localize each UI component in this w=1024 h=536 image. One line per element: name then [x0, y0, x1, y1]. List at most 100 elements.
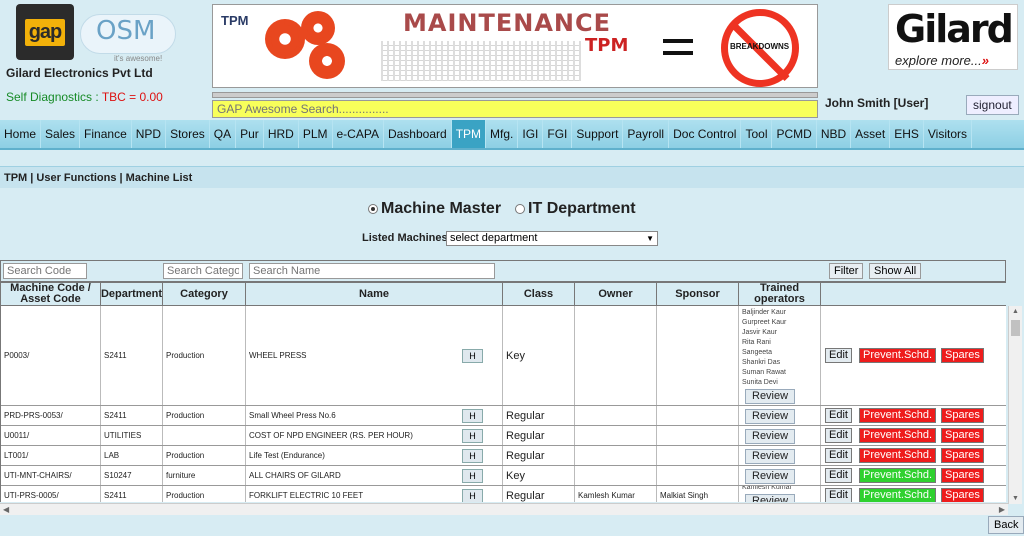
- radio-dot-icon[interactable]: [515, 204, 526, 214]
- history-button[interactable]: H: [462, 409, 483, 423]
- nav-item-pcmd[interactable]: PCMD: [772, 120, 817, 148]
- review-button[interactable]: Review: [745, 388, 796, 404]
- table-row[interactable]: PRD-PRS-0053/S2411 Production Small Wheel …: [1, 406, 1006, 426]
- department-select[interactable]: select department ▼: [446, 231, 658, 246]
- vertical-scrollbar[interactable]: ▲ ▼: [1008, 306, 1022, 504]
- cell-code: UTI-MNT-CHAIRS/: [1, 466, 101, 485]
- cell-owner: [575, 466, 657, 485]
- spares-button[interactable]: Spares: [941, 468, 984, 483]
- prevent-schedule-button[interactable]: Prevent.Schd.: [859, 448, 937, 463]
- radio-dot-selected-icon[interactable]: [368, 204, 378, 214]
- review-button[interactable]: Review: [745, 493, 796, 502]
- review-button[interactable]: Review: [745, 408, 796, 424]
- nav-item-tpm[interactable]: TPM: [451, 120, 487, 148]
- table-row[interactable]: UTI-MNT-CHAIRS/S10247 furniture ALL CHAIRS…: [1, 466, 1006, 486]
- table-row[interactable]: LT001/LAB Production Life Test (Endurance)…: [1, 446, 1006, 466]
- scroll-right-icon[interactable]: ▶: [999, 505, 1005, 514]
- spares-button[interactable]: Spares: [941, 428, 984, 443]
- nav-item-mfg-[interactable]: Mfg.: [486, 120, 519, 148]
- nav-item-payroll[interactable]: Payroll: [623, 120, 670, 148]
- spares-button[interactable]: Spares: [941, 348, 984, 363]
- cell-trained-operators: Kamlesh Kumar Review: [739, 486, 821, 502]
- search-code-input[interactable]: [3, 263, 87, 279]
- spares-button[interactable]: Spares: [941, 488, 984, 502]
- radio-machine-master[interactable]: Machine Master: [368, 200, 501, 218]
- history-button[interactable]: H: [462, 429, 483, 443]
- history-button[interactable]: H: [462, 489, 483, 502]
- nav-item-home[interactable]: Home: [0, 120, 42, 148]
- nav-item-stores[interactable]: Stores: [166, 120, 210, 148]
- horizontal-scrollbar[interactable]: ◀ ▶: [0, 503, 1008, 515]
- nav-item-asset[interactable]: Asset: [851, 120, 891, 148]
- scroll-down-icon[interactable]: ▼: [1012, 495, 1019, 502]
- back-button[interactable]: Back: [988, 516, 1024, 534]
- edit-button[interactable]: Edit: [825, 488, 852, 502]
- cell-class: Regular: [503, 426, 575, 445]
- nav-item-doc-control[interactable]: Doc Control: [669, 120, 742, 148]
- scrollbar-thumb[interactable]: [1011, 320, 1020, 336]
- edit-button[interactable]: Edit: [825, 448, 852, 463]
- gap-osm-logo[interactable]: gap OSM it's awesome!: [14, 4, 176, 64]
- cell-dept: S10247: [101, 466, 163, 485]
- prevent-schedule-button[interactable]: Prevent.Schd.: [859, 428, 937, 443]
- nav-item-plm[interactable]: PLM: [299, 120, 333, 148]
- prevent-schedule-button[interactable]: Prevent.Schd.: [859, 408, 937, 423]
- history-button[interactable]: H: [462, 449, 483, 463]
- gilard-tagline: explore more...»: [895, 53, 989, 68]
- nav-item-ehs[interactable]: EHS: [890, 120, 924, 148]
- cell-class: Regular: [503, 406, 575, 425]
- history-button[interactable]: H: [462, 349, 483, 363]
- nav-item-npd[interactable]: NPD: [132, 120, 167, 148]
- nav-item-dashboard[interactable]: Dashboard: [384, 120, 452, 148]
- prevent-schedule-button[interactable]: Prevent.Schd.: [859, 468, 937, 483]
- edit-button[interactable]: Edit: [825, 348, 852, 363]
- nav-item-visitors[interactable]: Visitors: [924, 120, 972, 148]
- edit-button[interactable]: Edit: [825, 428, 852, 443]
- nav-item-finance[interactable]: Finance: [80, 120, 132, 148]
- cell-owner: Kamlesh Kumar: [575, 486, 657, 502]
- table-row[interactable]: UTI-PRS-0005/S2411 Production FORKLIFT ELE…: [1, 486, 1006, 502]
- nav-item-igi[interactable]: IGI: [518, 120, 544, 148]
- prevent-schedule-button[interactable]: Prevent.Schd.: [859, 348, 937, 363]
- prevent-schedule-button[interactable]: Prevent.Schd.: [859, 488, 937, 502]
- nav-item-tool[interactable]: Tool: [741, 120, 773, 148]
- nav-item-nbd[interactable]: NBD: [817, 120, 852, 148]
- cell-class: Regular: [503, 486, 575, 502]
- tpm-banner: TPM MAINTENANCE TPM BREAKDOWNS: [212, 4, 818, 88]
- review-button[interactable]: Review: [745, 428, 796, 444]
- review-button[interactable]: Review: [745, 448, 796, 464]
- nav-item-pur[interactable]: Pur: [236, 120, 264, 148]
- nav-item-sales[interactable]: Sales: [41, 120, 81, 148]
- scroll-up-icon[interactable]: ▲: [1012, 308, 1019, 315]
- cell-dept: UTILITIES: [101, 426, 163, 445]
- nav-item-support[interactable]: Support: [572, 120, 624, 148]
- review-button[interactable]: Review: [745, 468, 796, 484]
- edit-button[interactable]: Edit: [825, 408, 852, 423]
- search-input[interactable]: [212, 100, 818, 118]
- cell-actions: Edit Prevent.Schd. Spares: [821, 406, 1006, 425]
- osm-tagline: it's awesome!: [114, 54, 163, 63]
- table-row[interactable]: U0011/UTILITIES COST OF NPD ENGINEER (RS.…: [1, 426, 1006, 446]
- self-diagnostics[interactable]: Self Diagnostics : TBC = 0.00: [6, 90, 163, 104]
- scroll-left-icon[interactable]: ◀: [3, 505, 9, 514]
- arrow-icon: »: [981, 53, 989, 68]
- radio-it-department[interactable]: IT Department: [515, 200, 636, 218]
- operator-name: Sangeeta: [742, 348, 772, 356]
- nav-item-qa[interactable]: QA: [210, 120, 237, 148]
- nav-item-e-capa[interactable]: e-CAPA: [333, 120, 384, 148]
- spares-button[interactable]: Spares: [941, 448, 984, 463]
- spares-button[interactable]: Spares: [941, 408, 984, 423]
- show-all-button[interactable]: Show All: [869, 263, 922, 279]
- cell-code: P0003/: [1, 306, 101, 405]
- table-row[interactable]: P0003/S2411 Production WHEEL PRESS H Key Balj…: [1, 306, 1006, 406]
- search-category-input[interactable]: [163, 263, 243, 279]
- history-button[interactable]: H: [462, 469, 483, 483]
- nav-item-fgi[interactable]: FGI: [543, 120, 573, 148]
- search-name-input[interactable]: [249, 263, 495, 279]
- filter-button[interactable]: Filter: [829, 263, 864, 279]
- signout-button[interactable]: signout: [966, 95, 1019, 115]
- cell-dept: S2411: [101, 306, 163, 405]
- edit-button[interactable]: Edit: [825, 468, 852, 483]
- mode-radio-group: Machine Master IT Department: [368, 200, 636, 218]
- nav-item-hrd[interactable]: HRD: [264, 120, 299, 148]
